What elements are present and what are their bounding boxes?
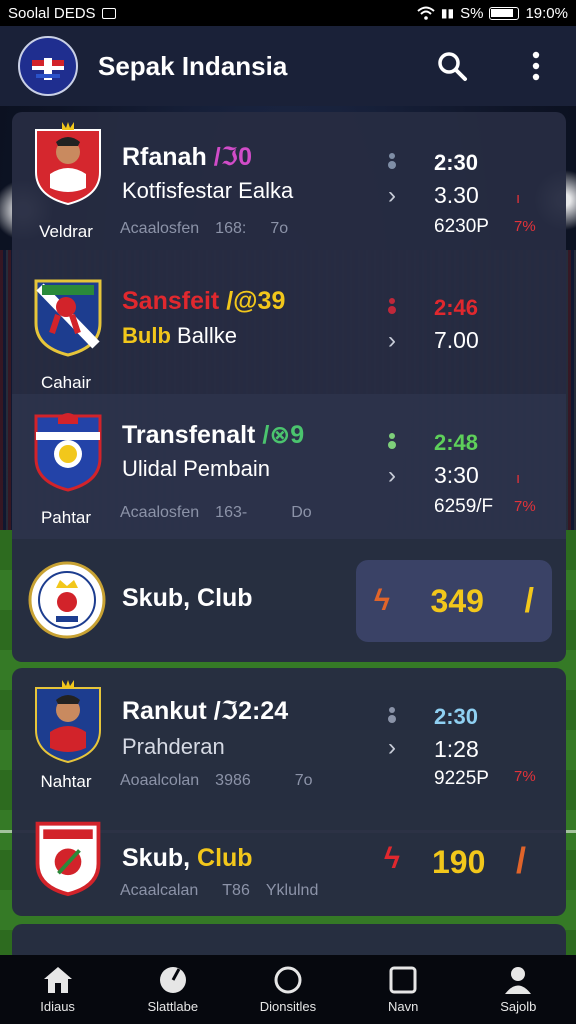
odds-percent: 7%: [514, 218, 536, 235]
match-subtitle: Ulidal Pembain: [122, 456, 270, 481]
match-score: 1:28: [434, 736, 479, 762]
odds-percent: 7%: [514, 768, 536, 785]
crest-label: Nahtar: [40, 772, 92, 791]
odds-percent: 7%: [514, 498, 536, 515]
slash-icon: /: [516, 840, 527, 881]
match-meta: Aoaalcolan 3986 7o: [120, 772, 313, 789]
match-subtitle: Kotfisfestar Ealka: [122, 178, 294, 203]
club-crest-icon: [34, 413, 102, 492]
club-crest-icon: [28, 561, 106, 639]
app-logo: [18, 36, 78, 96]
search-button[interactable]: [430, 44, 474, 88]
status-bar: Soolal DEDS ▮▮ S% 19:0%: [0, 0, 576, 26]
match-time: 2:30: [434, 150, 479, 175]
chevron-right-icon[interactable]: ›: [388, 462, 396, 490]
match-title: Sansfeit /@39: [122, 287, 286, 315]
match-meta: Acaalosfen 163- Do: [120, 504, 312, 521]
club-row[interactable]: Skub, Club ϟ 349 /: [12, 544, 566, 659]
battery-percent: S%: [460, 4, 484, 22]
match-row[interactable]: Veldrar Rfanah /ℑ0 Kotfisfestar Ealka Ac…: [12, 112, 566, 252]
match-tag: /ℑ2:24: [213, 697, 289, 725]
bolt-icon: ϟ: [374, 584, 390, 617]
battery-icon: [489, 6, 520, 20]
crest-label: Veldrar: [39, 222, 93, 241]
app-title: Sepak Indansia: [98, 50, 288, 81]
profile-icon: [505, 967, 532, 994]
bolt-icon: ϟ: [384, 842, 400, 875]
crest-label: Cahair: [40, 373, 92, 392]
match-row[interactable]: Nahtar Rankut /ℑ2:24 Prahderan Aoaalcola…: [12, 668, 566, 803]
slash-icon: /: [524, 581, 534, 620]
status-text: Soolal DEDS: [8, 4, 96, 22]
status-dot-icon: [387, 297, 397, 315]
chevron-right-icon[interactable]: ›: [388, 734, 396, 762]
chevron-right-icon[interactable]: ›: [388, 327, 396, 355]
nav-competitions[interactable]: Dionsitles: [238, 965, 338, 1014]
match-subtitle: Prahderan: [122, 734, 225, 759]
nav-home[interactable]: Idiaus: [8, 965, 108, 1014]
app-bar: Sepak Indansia: [0, 26, 576, 106]
match-time: 2:48: [434, 430, 479, 455]
match-tag: /@39: [226, 287, 286, 315]
club-crest-icon: [35, 821, 101, 897]
clock: 19:0%: [525, 4, 568, 22]
match-title: Transfenalt /⊗9: [122, 421, 305, 449]
signal-bars-icon: ▮▮: [440, 6, 455, 20]
match-title: Rfanah /ℑ0: [122, 143, 252, 171]
match-subtitle: Bulb Ballke: [122, 323, 237, 348]
match-score: 3:30: [434, 462, 479, 488]
match-odds: 9225P: [434, 768, 489, 789]
match-list-panel: Veldrar Rfanah /ℑ0 Kotfisfestar Ealka Ac…: [12, 112, 566, 662]
match-title: Rankut /ℑ2:24: [122, 697, 289, 725]
highlight-value: 190: [432, 844, 486, 880]
trend-mark: ı: [516, 190, 521, 207]
match-score: 3.30: [434, 182, 479, 208]
chevron-right-icon[interactable]: ›: [388, 182, 396, 210]
image-notification-icon: [101, 7, 116, 19]
search-icon: [438, 52, 467, 81]
bottom-navigation: Idiaus Slattlabe Dionsitles Navn Sajolb: [0, 955, 576, 1024]
status-dot-icon: [387, 432, 397, 450]
match-time: 2:30: [434, 704, 479, 729]
match-tag: /⊗9: [262, 421, 305, 449]
club-name: Skub, Club: [122, 844, 253, 872]
match-odds: 6230P: [434, 216, 489, 237]
match-list-panel: Nahtar Rankut /ℑ2:24 Prahderan Aoaalcola…: [12, 668, 566, 916]
match-time: 2:46: [434, 295, 479, 320]
match-row[interactable]: Pahtar Transfenalt /⊗9 Ulidal Pembain Ac…: [12, 394, 566, 539]
player-crest-icon: [35, 680, 101, 764]
status-dot-icon: [387, 152, 397, 170]
match-meta: Acaalosfen 168: 7o: [120, 220, 289, 237]
wifi-icon: [417, 6, 435, 20]
club-name: Skub, Club: [122, 584, 253, 612]
club-row[interactable]: Skub, Club Acaalcalan T86 Yklulnd ϟ 190 /: [12, 808, 566, 913]
nav-stats[interactable]: Slattlabe: [123, 965, 223, 1014]
home-icon: [43, 967, 72, 993]
more-menu-button[interactable]: [514, 44, 558, 88]
match-score: 7.00: [434, 327, 479, 353]
club-crest-icon: [34, 279, 102, 357]
match-meta: Acaalcalan T86 Yklulnd: [120, 882, 319, 899]
match-row[interactable]: Cahair Sansfeit /@39 Bulb Ballke › 2:46 …: [12, 257, 566, 392]
more-vertical-icon: [532, 51, 540, 81]
highlight-value: 349: [430, 582, 484, 619]
circle-icon: [274, 966, 302, 994]
status-dot-icon: [387, 706, 397, 724]
highlight-badge[interactable]: ϟ 349 /: [356, 560, 552, 642]
trend-mark: ı: [516, 470, 521, 487]
stats-icon: [159, 967, 186, 993]
news-icon: [389, 966, 417, 994]
nav-profile[interactable]: Sajolb: [468, 965, 568, 1014]
match-odds: 6259/F: [434, 496, 494, 517]
nav-news[interactable]: Navn: [353, 965, 453, 1014]
match-tag: /ℑ0: [213, 143, 252, 171]
crest-label: Pahtar: [40, 508, 92, 527]
player-crest-icon: [35, 122, 101, 206]
